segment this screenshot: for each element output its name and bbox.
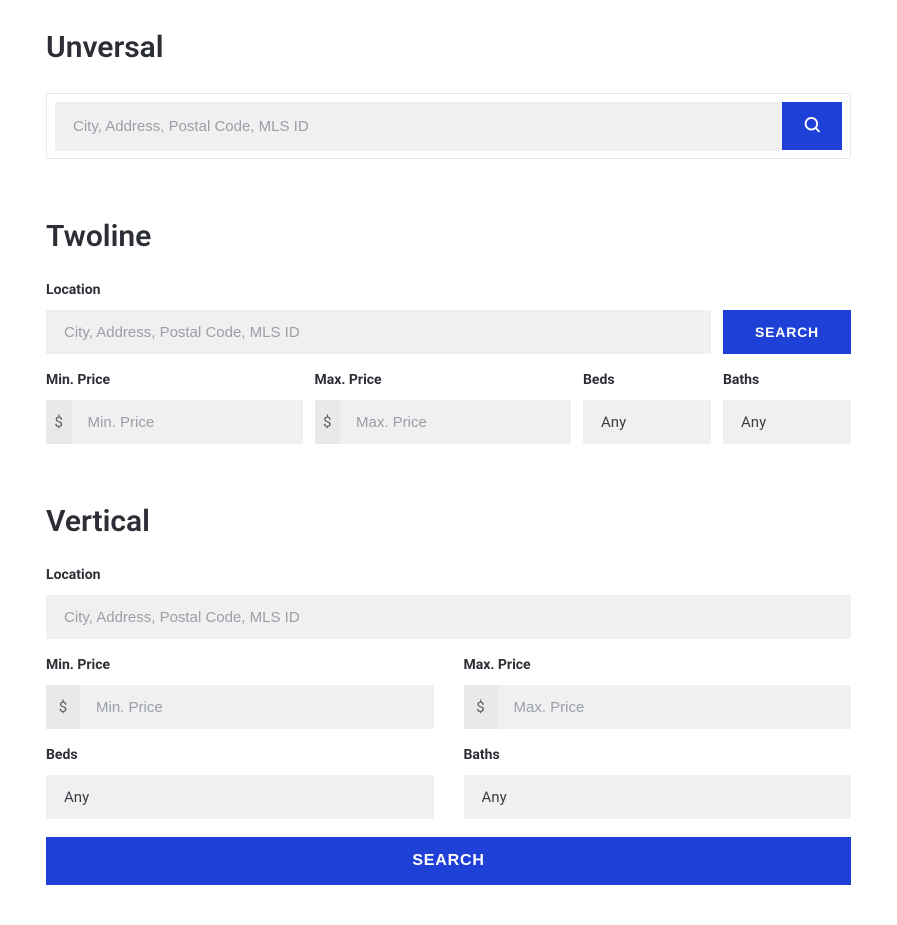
vertical-location-input[interactable] xyxy=(46,595,851,639)
twoline-search-button[interactable]: SEARCH xyxy=(723,310,851,354)
universal-search-button[interactable] xyxy=(782,102,842,150)
twoline-beds-label: Beds xyxy=(583,372,711,388)
twoline-min-price-input[interactable] xyxy=(72,400,303,444)
twoline-min-price-label: Min. Price xyxy=(46,372,303,388)
twoline-max-price-input[interactable] xyxy=(340,400,571,444)
vertical-location-label: Location xyxy=(46,567,851,583)
section-title-vertical: Vertical xyxy=(46,504,851,539)
currency-prefix-icon: $ xyxy=(46,685,80,729)
vertical-beds-label: Beds xyxy=(46,747,434,763)
vertical-baths-select[interactable]: Any xyxy=(464,775,852,819)
universal-search-card xyxy=(46,93,851,159)
vertical-max-price-label: Max. Price xyxy=(464,657,852,673)
twoline-location-label: Location xyxy=(46,282,711,298)
vertical-beds-select[interactable]: Any xyxy=(46,775,434,819)
twoline-max-price-label: Max. Price xyxy=(315,372,572,388)
vertical-min-price-input[interactable] xyxy=(80,685,434,729)
twoline-location-input[interactable] xyxy=(46,310,711,354)
vertical-min-price-label: Min. Price xyxy=(46,657,434,673)
currency-prefix-icon: $ xyxy=(315,400,341,444)
currency-prefix-icon: $ xyxy=(46,400,72,444)
twoline-baths-label: Baths xyxy=(723,372,851,388)
vertical-baths-label: Baths xyxy=(464,747,852,763)
vertical-search-button[interactable]: SEARCH xyxy=(46,837,851,885)
universal-search-input[interactable] xyxy=(55,102,782,150)
search-icon xyxy=(804,117,820,136)
vertical-max-price-input[interactable] xyxy=(498,685,852,729)
currency-prefix-icon: $ xyxy=(464,685,498,729)
section-title-twoline: Twoline xyxy=(46,219,851,254)
section-title-universal: Unversal xyxy=(46,30,851,65)
twoline-beds-select[interactable]: Any xyxy=(583,400,711,444)
twoline-baths-select[interactable]: Any xyxy=(723,400,851,444)
